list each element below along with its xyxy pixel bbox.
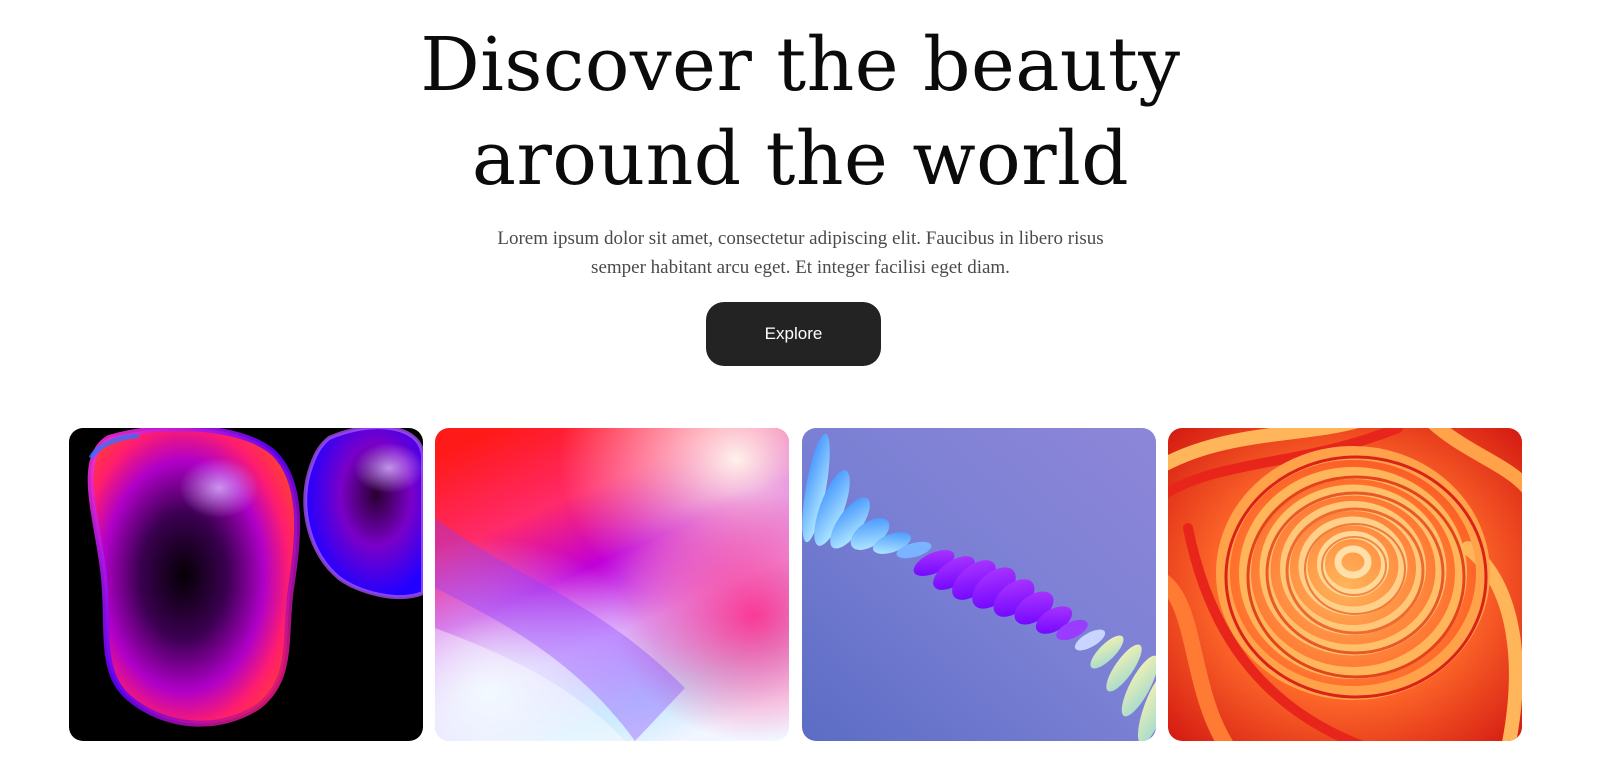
gallery-card-glass-blob[interactable] xyxy=(69,428,423,741)
hero-description-line-2: semper habitant arcu eget. Et integer fa… xyxy=(591,257,1010,278)
paper-swirl-image xyxy=(1168,428,1522,741)
gallery-card-paper-swirl[interactable] xyxy=(1168,428,1522,741)
page-title-line-1: Discover the beauty xyxy=(420,22,1181,108)
page-title-line-2: around the world xyxy=(471,116,1130,202)
gallery-card-floating-discs[interactable] xyxy=(802,428,1156,741)
gallery-card-gradient-waves[interactable] xyxy=(435,428,789,741)
page-title: Discover the beauty around the world xyxy=(0,18,1601,206)
hero-description-line-1: Lorem ipsum dolor sit amet, consectetur … xyxy=(497,228,1104,249)
glass-blob-image xyxy=(69,428,423,741)
image-gallery xyxy=(69,428,1527,741)
gradient-waves-image xyxy=(435,428,789,741)
explore-button[interactable]: Explore xyxy=(706,302,881,366)
hero-description: Lorem ipsum dolor sit amet, consectetur … xyxy=(400,224,1201,282)
floating-discs-image xyxy=(802,428,1156,741)
